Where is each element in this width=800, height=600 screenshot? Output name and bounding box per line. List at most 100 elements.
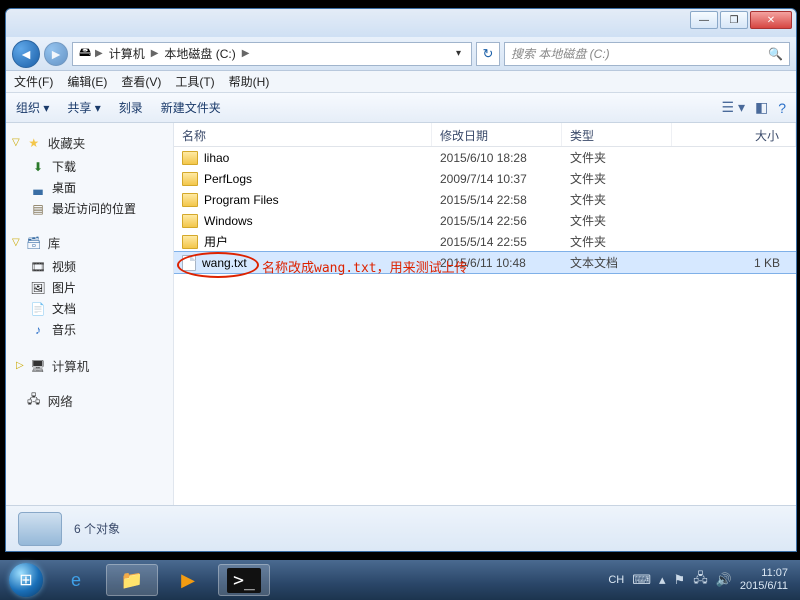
tray-chevron-icon[interactable]: ▴ [659, 572, 666, 588]
file-type: 文件夹 [562, 170, 672, 187]
taskbar-app-ie[interactable]: e [50, 564, 102, 596]
explorer-body: ▽★收藏夹 ⬇下载 ▃桌面 ▤最近访问的位置 ▽🗃库 🎞视频 🖼图片 📄文档 ♪… [6, 123, 796, 505]
sidebar-favorites[interactable]: ▽★收藏夹 [12, 133, 167, 152]
sidebar-network[interactable]: ▷🖧网络 [12, 391, 167, 410]
sidebar-item-recent[interactable]: ▤最近访问的位置 [12, 198, 167, 219]
breadcrumb-item[interactable]: 本地磁盘 (C:) [160, 45, 239, 62]
maximize-button[interactable]: ❐ [720, 11, 748, 29]
tool-newfolder[interactable]: 新建文件夹 [161, 99, 221, 116]
table-row[interactable]: wang.txt2015/6/11 10:48文本文档1 KB [174, 252, 796, 273]
breadcrumb-item[interactable]: 计算机 [105, 45, 149, 62]
flag-icon[interactable]: ⚑ [674, 572, 686, 588]
folder-icon [182, 214, 198, 228]
file-size: 1 KB [672, 256, 796, 270]
table-row[interactable]: Windows2015/5/14 22:56文件夹 [174, 210, 796, 231]
folder-icon [182, 151, 198, 165]
menu-edit[interactable]: 编辑(E) [67, 73, 107, 90]
sidebar-item-videos[interactable]: 🎞视频 [12, 256, 167, 277]
sidebar-item-music[interactable]: ♪音乐 [12, 319, 167, 340]
table-row[interactable]: Program Files2015/5/14 22:58文件夹 [174, 189, 796, 210]
chevron-down-icon: ▽ [12, 237, 20, 248]
volume-icon[interactable]: 🔊 [716, 572, 732, 588]
nav-back-button[interactable]: ◄ [12, 40, 40, 68]
tool-share[interactable]: 共享 ▾ [67, 99, 100, 116]
sidebar: ▽★收藏夹 ⬇下载 ▃桌面 ▤最近访问的位置 ▽🗃库 🎞视频 🖼图片 📄文档 ♪… [6, 123, 174, 505]
search-icon: 🔍 [768, 47, 783, 61]
sidebar-libraries[interactable]: ▽🗃库 [12, 233, 167, 252]
keyboard-icon[interactable]: ⌨ [632, 572, 651, 588]
clock[interactable]: 11:07 2015/6/11 [740, 567, 788, 592]
sidebar-computer[interactable]: ▷🖥计算机 [12, 354, 167, 377]
menu-help[interactable]: 帮助(H) [229, 73, 270, 90]
drive-icon: 🖴 [77, 46, 93, 62]
table-row[interactable]: 用户2015/5/14 22:55文件夹 [174, 231, 796, 252]
col-date[interactable]: 修改日期 [432, 123, 562, 146]
minimize-button[interactable]: — [690, 11, 718, 29]
clock-time: 11:07 [740, 567, 788, 580]
close-button[interactable]: ✕ [750, 11, 792, 29]
item-count: 6 个对象 [74, 520, 120, 537]
taskbar-app-explorer[interactable]: 📁 [106, 564, 158, 596]
clock-date: 2015/6/11 [740, 580, 788, 593]
chevron-right-icon: ▶ [240, 48, 252, 59]
file-type: 文件夹 [562, 233, 672, 250]
table-row[interactable]: lihao 2015/6/10 18:28文件夹 [174, 147, 796, 168]
taskbar-app-mediaplayer[interactable]: ▶ [162, 564, 214, 596]
toolbar-right: ☰ ▾ ◧ ? [722, 99, 787, 116]
search-placeholder: 搜索 本地磁盘 (C:) [511, 45, 610, 62]
breadcrumb[interactable]: 🖴 ▶ 计算机 ▶ 本地磁盘 (C:) ▶ ▾ [72, 42, 472, 66]
library-icon: 🗃 [26, 235, 42, 251]
network-tray-icon[interactable]: 🖧 [693, 569, 708, 591]
media-icon: ▶ [181, 570, 195, 591]
sidebar-item-documents[interactable]: 📄文档 [12, 298, 167, 319]
breadcrumb-dropdown[interactable]: ▾ [450, 48, 467, 59]
computer-icon: 🖥 [30, 358, 46, 374]
file-date: 2015/5/14 22:55 [432, 235, 562, 249]
file-type: 文件夹 [562, 212, 672, 229]
file-name: lihao [204, 151, 229, 165]
download-icon: ⬇ [30, 159, 46, 175]
titlebar: — ❐ ✕ [6, 9, 796, 37]
file-list: 名称 修改日期 类型 大小 lihao2015/6/10 18:28文件夹Per… [174, 123, 796, 505]
star-icon: ★ [26, 135, 42, 151]
toolbar: 组织 ▾ 共享 ▾ 刻录 新建文件夹 ☰ ▾ ◧ ? [6, 93, 796, 123]
chevron-down-icon: ▽ [12, 137, 20, 148]
file-date: 2015/5/14 22:56 [432, 214, 562, 228]
col-size[interactable]: 大小 [672, 123, 796, 146]
system-tray: CH ⌨ ▴ ⚑ 🖧 🔊 11:07 2015/6/11 [608, 567, 794, 592]
music-icon: ♪ [30, 322, 46, 338]
col-name[interactable]: 名称 [174, 123, 432, 146]
preview-pane-button[interactable]: ◧ [755, 99, 768, 116]
menubar: 文件(F) 编辑(E) 查看(V) 工具(T) 帮助(H) [6, 71, 796, 93]
help-button[interactable]: ? [778, 100, 786, 116]
folder-icon [182, 172, 198, 186]
taskbar-app-cmd[interactable]: >_ [218, 564, 270, 596]
menu-file[interactable]: 文件(F) [14, 73, 53, 90]
tool-organize[interactable]: 组织 ▾ [16, 99, 49, 116]
windows-orb-icon [9, 563, 43, 597]
file-name: Program Files [204, 193, 279, 207]
recent-icon: ▤ [30, 201, 46, 217]
sidebar-item-desktop[interactable]: ▃桌面 [12, 177, 167, 198]
refresh-button[interactable]: ↻ [476, 42, 500, 66]
folder-icon: 📁 [121, 570, 143, 591]
col-type[interactable]: 类型 [562, 123, 672, 146]
start-button[interactable] [6, 560, 46, 600]
view-options-button[interactable]: ☰ ▾ [722, 99, 745, 116]
folder-icon [182, 235, 198, 249]
search-input[interactable]: 搜索 本地磁盘 (C:) 🔍 [504, 42, 790, 66]
tool-burn[interactable]: 刻录 [119, 99, 143, 116]
ie-icon: e [71, 570, 81, 591]
table-row[interactable]: PerfLogs2009/7/14 10:37文件夹 [174, 168, 796, 189]
file-date: 2015/6/10 18:28 [432, 151, 562, 165]
menu-tools[interactable]: 工具(T) [175, 73, 214, 90]
sidebar-item-pictures[interactable]: 🖼图片 [12, 277, 167, 298]
ime-indicator[interactable]: CH [608, 574, 624, 586]
chevron-right-icon: ▶ [93, 48, 105, 59]
file-type: 文件夹 [562, 149, 672, 166]
nav-forward-button[interactable]: ► [44, 42, 68, 66]
sidebar-item-downloads[interactable]: ⬇下载 [12, 156, 167, 177]
network-icon: 🖧 [26, 393, 42, 409]
explorer-window: — ❐ ✕ ◄ ► 🖴 ▶ 计算机 ▶ 本地磁盘 (C:) ▶ ▾ ↻ 搜索 本… [5, 8, 797, 552]
menu-view[interactable]: 查看(V) [121, 73, 161, 90]
